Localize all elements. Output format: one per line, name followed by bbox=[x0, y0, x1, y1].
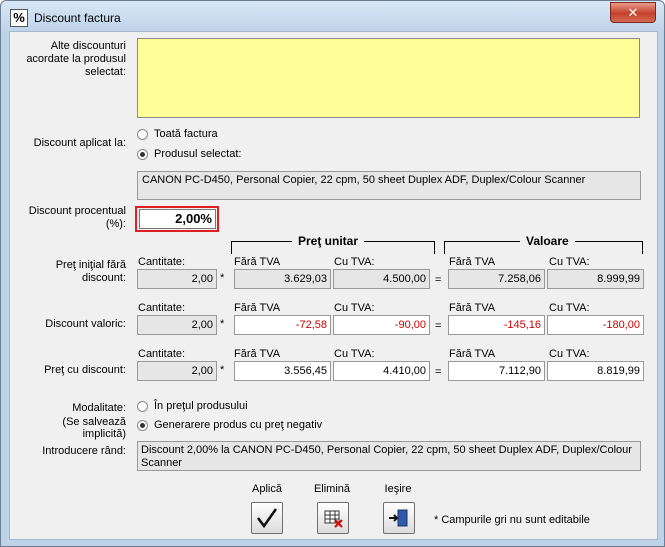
val-vat-header: Cu TVA: bbox=[549, 256, 590, 268]
val-discount-vat-input[interactable]: -180,00 bbox=[547, 315, 644, 335]
exit-door-icon bbox=[389, 509, 408, 527]
val-vat-field: 8.999,99 bbox=[547, 269, 644, 289]
quantity-header: Cantitate: bbox=[138, 302, 186, 314]
multiply-sign: * bbox=[220, 318, 225, 330]
unit-discount-vat-input[interactable]: -90,00 bbox=[333, 315, 430, 335]
unit-vat-header: Cu TVA: bbox=[334, 302, 375, 314]
remove-button[interactable] bbox=[317, 502, 349, 534]
row-discount-label: Discount valoric: bbox=[45, 318, 126, 330]
val-discount-no-vat-input[interactable]: -145,16 bbox=[448, 315, 545, 335]
multiply-sign: * bbox=[220, 272, 225, 284]
val-no-vat-header: Fără TVA bbox=[449, 256, 496, 268]
val-no-vat-field: 7.258,06 bbox=[448, 269, 545, 289]
dialog-window: % Discount factura ✕ Alte discounturi ac… bbox=[0, 0, 665, 547]
unit-final-no-vat-input[interactable]: 3.556,45 bbox=[234, 361, 331, 381]
close-button[interactable]: ✕ bbox=[610, 2, 656, 23]
val-vat-header: Cu TVA: bbox=[549, 348, 590, 360]
quantity-field: 2,00 bbox=[137, 315, 217, 335]
unit-discount-no-vat-input[interactable]: -72,58 bbox=[234, 315, 331, 335]
unit-vat-field: 4.500,00 bbox=[333, 269, 430, 289]
title-bar[interactable]: % Discount factura ✕ bbox=[1, 1, 664, 33]
checkmark-icon bbox=[257, 508, 278, 529]
unit-no-vat-header: Fără TVA bbox=[234, 256, 281, 268]
quantity-field: 2,00 bbox=[137, 361, 217, 381]
exit-button[interactable] bbox=[383, 502, 415, 534]
radio-whole-invoice-label: Toată factura bbox=[154, 128, 218, 140]
equals-sign: = bbox=[435, 274, 442, 286]
other-discounts-field[interactable] bbox=[137, 38, 640, 118]
dialog-body: Alte discounturi acordate la produsul se… bbox=[9, 31, 658, 540]
val-no-vat-header: Fără TVA bbox=[449, 348, 496, 360]
delete-row-icon bbox=[324, 510, 343, 528]
selected-product-field: CANON PC-D450, Personal Copier, 22 cpm, … bbox=[137, 171, 641, 200]
mode-sublabel: (Se salvează implicită) bbox=[62, 416, 126, 440]
apply-to-label: Discount aplicat la: bbox=[33, 137, 126, 149]
percent-label: Discount procentual (%): bbox=[28, 205, 126, 230]
quantity-header: Cantitate: bbox=[138, 348, 186, 360]
unit-vat-header: Cu TVA: bbox=[334, 256, 375, 268]
unit-no-vat-header: Fără TVA bbox=[234, 302, 281, 314]
apply-button-label: Aplică bbox=[252, 483, 282, 495]
equals-sign: = bbox=[435, 320, 442, 332]
radio-in-price-label: În preţul produsului bbox=[154, 400, 248, 412]
radio-whole-invoice[interactable] bbox=[137, 129, 148, 140]
window-title: Discount factura bbox=[34, 11, 121, 25]
percent-icon: % bbox=[10, 9, 28, 27]
unit-vat-header: Cu TVA: bbox=[334, 348, 375, 360]
apply-button[interactable] bbox=[251, 502, 283, 534]
row-initial-label: Preţ iniţial fără discount: bbox=[55, 259, 126, 284]
quantity-header: Cantitate: bbox=[138, 256, 186, 268]
unit-no-vat-header: Fără TVA bbox=[234, 348, 281, 360]
mode-label: Modalitate: bbox=[72, 402, 126, 414]
val-final-no-vat-input[interactable]: 7.112,90 bbox=[448, 361, 545, 381]
row-discounted-label: Preţ cu discount: bbox=[44, 364, 126, 376]
other-discounts-label: Alte discounturi acordate la produsul se… bbox=[26, 40, 126, 78]
row-entry-field: Discount 2,00% la CANON PC-D450, Persona… bbox=[137, 441, 641, 471]
value-header: Valoare bbox=[520, 234, 575, 248]
val-vat-header: Cu TVA: bbox=[549, 302, 590, 314]
radio-selected-product-label: Produsul selectat: bbox=[154, 148, 242, 160]
radio-in-price[interactable] bbox=[137, 401, 148, 412]
radio-selected-product[interactable] bbox=[137, 149, 148, 160]
multiply-sign: * bbox=[220, 364, 225, 376]
remove-button-label: Elimină bbox=[313, 483, 351, 495]
val-final-vat-input[interactable]: 8.819,99 bbox=[547, 361, 644, 381]
percent-input[interactable]: 2,00% bbox=[139, 209, 216, 229]
unit-no-vat-field: 3.629,03 bbox=[234, 269, 331, 289]
gray-fields-note: * Campurile gri nu sunt editabile bbox=[434, 514, 590, 526]
unit-price-header: Preţ unitar bbox=[292, 234, 365, 248]
unit-final-vat-input[interactable]: 4.410,00 bbox=[333, 361, 430, 381]
equals-sign: = bbox=[435, 366, 442, 378]
radio-negative-product[interactable] bbox=[137, 420, 148, 431]
quantity-field: 2,00 bbox=[137, 269, 217, 289]
radio-negative-product-label: Generarere produs cu preţ negativ bbox=[154, 419, 323, 431]
exit-button-label: Ieşire bbox=[384, 483, 412, 495]
val-no-vat-header: Fără TVA bbox=[449, 302, 496, 314]
row-entry-label: Introducere rând: bbox=[42, 445, 126, 457]
